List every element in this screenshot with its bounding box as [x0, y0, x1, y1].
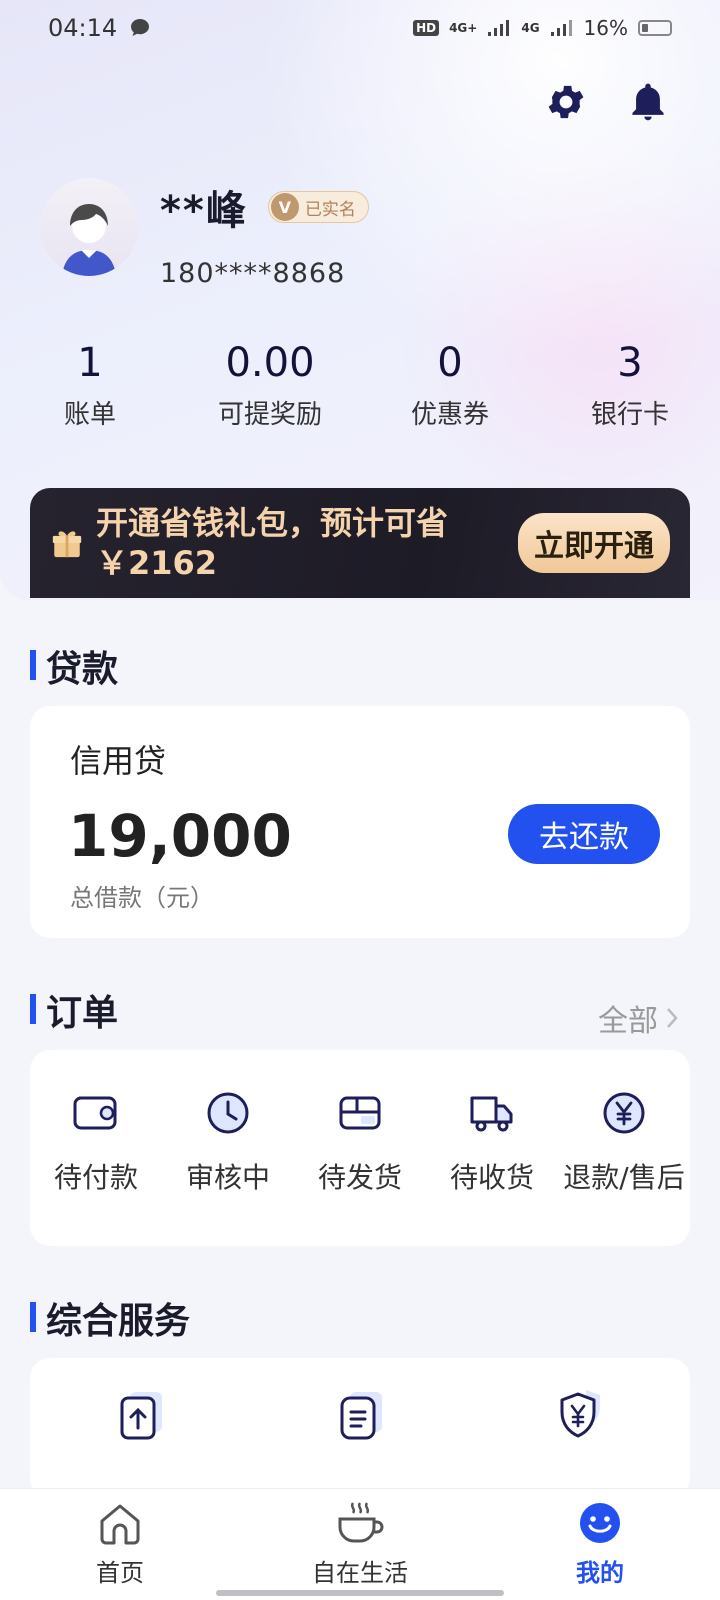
stat-bills[interactable]: 1 账单 [0, 340, 180, 431]
verified-label: 已实名 [304, 199, 356, 220]
coffee-icon [338, 1502, 384, 1543]
tab-home[interactable]: 首页 [0, 1489, 240, 1600]
loan-amount-label: 总借款（元） [70, 884, 214, 912]
repay-button[interactable]: 去还款 [508, 804, 660, 864]
order-label: 待发货 [317, 1161, 402, 1194]
order-under-review[interactable]: 审核中 [162, 1088, 294, 1196]
verified-v-icon: V [270, 193, 299, 221]
signal-icon-2 [550, 20, 572, 36]
stat-bank-cards[interactable]: 3 银行卡 [540, 340, 720, 431]
truck-icon [470, 1096, 513, 1132]
service-item-documents[interactable] [250, 1386, 470, 1442]
avatar[interactable] [40, 178, 138, 276]
loan-section-title: 贷款 [30, 640, 118, 692]
order-label: 待付款 [53, 1161, 138, 1194]
battery-icon [638, 20, 672, 36]
loan-type: 信用贷 [70, 742, 167, 780]
order-to-receive[interactable]: 待收货 [426, 1088, 558, 1196]
status-bar: 04:14 HD 4G+ 4G 16% [0, 0, 720, 56]
gift-icon [52, 531, 82, 558]
stat-value: 0 [437, 340, 463, 386]
status-time: 04:14 [48, 14, 118, 42]
settings-gear-icon[interactable] [544, 80, 588, 124]
tab-label: 自在生活 [312, 1559, 408, 1587]
stat-label: 可提奖励 [217, 400, 322, 430]
profile-header[interactable]: **峰 V 已实名 180****8868 [40, 178, 369, 289]
signal-icon [488, 20, 510, 36]
order-label: 审核中 [185, 1161, 270, 1194]
stats-row: 1 账单 0.00 可提奖励 0 优惠券 3 银行卡 [0, 340, 720, 431]
stat-value: 3 [617, 340, 643, 386]
loan-amount: 19,000 [68, 802, 292, 870]
battery-percent: 16% [583, 16, 628, 40]
stat-value: 0.00 [225, 340, 315, 386]
upload-doc-icon [120, 1392, 162, 1440]
tab-label: 我的 [576, 1559, 624, 1587]
stat-label: 优惠券 [410, 400, 489, 430]
network-4g-plus: 4G+ [449, 21, 478, 35]
user-phone: 180****8868 [160, 258, 346, 289]
service-item-security[interactable] [470, 1386, 690, 1442]
hd-indicator: HD [413, 20, 440, 36]
view-all-orders[interactable]: 全部 [598, 996, 680, 1040]
chevron-right-icon [667, 1008, 678, 1028]
service-item-upload[interactable] [30, 1386, 250, 1442]
activate-now-button[interactable]: 立即开通 [518, 513, 670, 573]
package-icon [339, 1096, 381, 1130]
stat-coupons[interactable]: 0 优惠券 [360, 340, 540, 431]
credit-loan-card[interactable]: 信用贷 19,000 总借款（元） 去还款 [30, 706, 690, 938]
tab-mine[interactable]: 我的 [480, 1489, 720, 1600]
list-doc-icon [340, 1392, 382, 1440]
order-pending-payment[interactable]: 待付款 [30, 1088, 162, 1196]
wallet-icon [73, 1096, 117, 1130]
services-card [30, 1358, 690, 1498]
smile-icon [580, 1503, 620, 1543]
home-indicator [216, 1590, 504, 1596]
notification-bell-icon[interactable] [626, 80, 670, 124]
promo-text: 开通省钱礼包，预计可省￥2162 [96, 504, 449, 582]
verified-badge: V 已实名 [267, 191, 369, 223]
bottom-tab-bar: 首页 自在生活 我的 [0, 1488, 720, 1600]
refund-icon [603, 1092, 645, 1134]
savings-package-banner[interactable]: 开通省钱礼包，预计可省￥2162 立即开通 [30, 488, 690, 598]
orders-section-title: 订单 [30, 984, 118, 1036]
network-4g: 4G [521, 21, 540, 35]
order-refund-aftersale[interactable]: 退款/售后 [558, 1088, 690, 1196]
stat-rewards[interactable]: 0.00 可提奖励 [180, 340, 360, 431]
services-section-title: 综合服务 [30, 1292, 190, 1344]
tab-life[interactable]: 自在生活 [240, 1489, 480, 1600]
order-label: 退款/售后 [563, 1161, 685, 1194]
stat-label: 银行卡 [590, 400, 669, 430]
stat-value: 1 [77, 340, 103, 386]
message-icon [131, 19, 150, 36]
tab-label: 首页 [96, 1559, 144, 1587]
order-to-ship[interactable]: 待发货 [294, 1088, 426, 1196]
home-icon [100, 1504, 140, 1545]
user-name: **峰 [160, 188, 248, 234]
orders-card: 待付款 审核中 待发货 待收货 退款/售后 [30, 1050, 690, 1246]
view-all-label: 全部 [598, 1004, 658, 1039]
order-label: 待收货 [449, 1161, 534, 1194]
stat-label: 账单 [63, 400, 116, 430]
shield-yuan-icon [560, 1390, 600, 1438]
clock-icon [207, 1092, 249, 1134]
default-avatar-icon [62, 204, 116, 276]
